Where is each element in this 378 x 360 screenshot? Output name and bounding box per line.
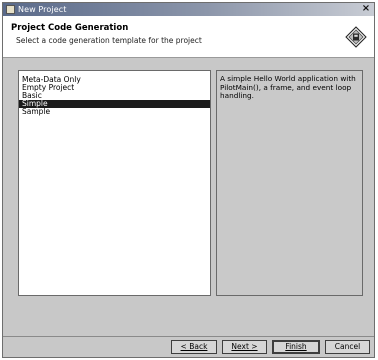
back-label: < Back xyxy=(180,342,208,351)
template-list[interactable]: Meta-Data Only Empty Project Basic Simple Sa… xyxy=(18,70,211,296)
finish-button[interactable]: Finish xyxy=(272,340,320,354)
page-title: Project Code Generation xyxy=(11,23,129,33)
list-item[interactable]: Empty Project xyxy=(19,84,210,92)
cancel-label: Cancel xyxy=(334,342,361,351)
back-button[interactable]: < Back xyxy=(171,340,217,354)
next-button[interactable]: Next > xyxy=(222,340,267,354)
list-item[interactable]: Sample xyxy=(19,108,210,116)
wizard-logo-icon xyxy=(345,26,367,48)
finish-label: Finish xyxy=(285,342,307,351)
close-button[interactable]: × xyxy=(361,4,371,14)
wizard-header: Project Code Generation Select a code ge… xyxy=(3,16,374,58)
next-label: Next > xyxy=(231,342,258,351)
button-separator xyxy=(3,336,374,337)
page-subtitle: Select a code generation template for th… xyxy=(16,36,202,45)
window-title: New Project xyxy=(18,5,67,14)
new-project-dialog: New Project × Project Code Generation Se… xyxy=(2,2,375,358)
title-bar[interactable]: New Project × xyxy=(3,3,374,16)
cancel-button[interactable]: Cancel xyxy=(325,340,370,354)
description-text: A simple Hello World application with Pi… xyxy=(220,74,356,100)
template-description: A simple Hello World application with Pi… xyxy=(216,70,363,296)
app-icon xyxy=(6,5,15,14)
